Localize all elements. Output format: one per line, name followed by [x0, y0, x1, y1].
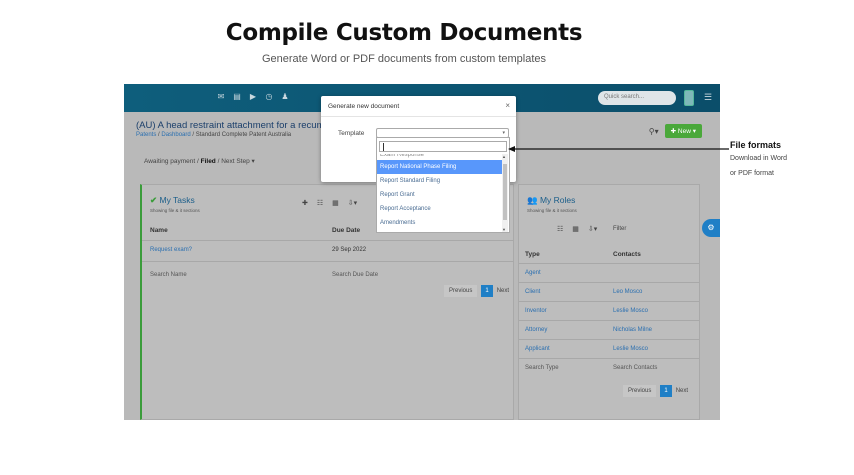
col-type[interactable]: Type: [525, 251, 540, 258]
modal-title: Generate new document: [328, 103, 400, 110]
breadcrumb-current: Standard Complete Patent Australia: [195, 132, 292, 138]
grid-icon[interactable]: ▦: [572, 225, 579, 233]
new-button[interactable]: ✚ New ▾: [664, 124, 702, 138]
search-contacts-input[interactable]: Search Contacts: [613, 365, 657, 371]
app-screenshot: ✉ ▤ ▶ ◷ ♟ Quick search... ☰ (AU) A head …: [124, 84, 720, 420]
next-button[interactable]: Next: [676, 388, 688, 394]
new-button-label: New: [677, 128, 691, 135]
callout-title: File formats: [730, 140, 782, 150]
breadcrumb: Patents / Dashboard / Standard Complete …: [136, 132, 292, 138]
list-icon[interactable]: ☷: [557, 225, 563, 233]
scroll-thumb[interactable]: [503, 164, 507, 220]
scroll-down-icon[interactable]: ▼: [502, 227, 506, 232]
my-roles-panel: 👥 My Roles Showing file & it sections ☷ …: [518, 184, 700, 420]
my-tasks-subtitle: Showing file & it sections: [150, 208, 200, 213]
col-contacts[interactable]: Contacts: [613, 251, 641, 258]
my-roles-subtitle: Showing file & it sections: [527, 208, 577, 213]
status-workflow: Awaiting payment / Filed / Next Step ▾: [144, 158, 255, 165]
card-icon[interactable]: ▤: [232, 92, 242, 102]
role-type[interactable]: Client: [525, 289, 540, 295]
status-next[interactable]: Next Step: [221, 158, 250, 165]
task-due: 29 Sep 2022: [332, 247, 367, 253]
hero-subtitle: Generate Word or PDF documents from cust…: [261, 53, 547, 65]
search-name-input[interactable]: Search Name: [150, 272, 187, 278]
callout-line-2: or PDF format: [730, 170, 774, 177]
my-roles-title: 👥 My Roles: [527, 195, 575, 206]
grid-icon[interactable]: ▦: [332, 199, 339, 207]
search-type-input[interactable]: Search Type: [525, 365, 559, 371]
template-option[interactable]: Report Acceptance: [377, 202, 503, 216]
breadcrumb-dashboard[interactable]: Dashboard: [161, 132, 190, 138]
page-1-button[interactable]: 1: [481, 285, 493, 297]
scroll-up-icon[interactable]: ▲: [502, 154, 506, 159]
role-type[interactable]: Inventor: [525, 308, 547, 314]
template-label: Template: [338, 130, 365, 137]
role-type[interactable]: Applicant: [525, 346, 550, 352]
page-title: (AU) A head restraint attachment for a r…: [136, 120, 336, 131]
hamburger-menu-icon[interactable]: ☰: [704, 92, 712, 103]
export-icon[interactable]: ⇩▾: [348, 199, 357, 207]
export-icon[interactable]: ⇩▾: [588, 225, 597, 233]
status-previous: Awaiting payment: [144, 158, 196, 165]
hero-title: Compile Custom Documents: [225, 20, 583, 46]
role-contact[interactable]: Leo Mosco: [613, 289, 642, 295]
callout-line-1: Download in Word: [730, 155, 788, 162]
envelope-icon[interactable]: ✉: [216, 92, 226, 102]
users-icon: 👥: [527, 195, 538, 205]
chevron-down-icon: ▾: [502, 130, 505, 136]
my-roles-title-text: My Roles: [539, 195, 576, 205]
clock-icon[interactable]: ◷: [264, 92, 274, 102]
check-icon: ✔: [150, 195, 158, 205]
tasks-pager: Previous 1 Next: [444, 285, 509, 297]
callout-arrow-icon: [508, 146, 729, 152]
breadcrumb-patents[interactable]: Patents: [136, 132, 156, 138]
user-icon[interactable]: ♟: [280, 92, 290, 102]
dropdown-scrollbar[interactable]: ▲ ▼: [502, 154, 508, 232]
previous-button[interactable]: Previous: [623, 385, 657, 397]
template-option[interactable]: Amendments: [377, 216, 503, 230]
search-due-date-input[interactable]: Search Due Date: [332, 272, 378, 278]
role-type[interactable]: Agent: [525, 270, 541, 276]
quick-search-input[interactable]: Quick search...: [598, 91, 676, 105]
role-contact[interactable]: Nicholas Milne: [613, 327, 652, 333]
task-name[interactable]: Request exam?: [150, 247, 192, 253]
role-contact[interactable]: Leslie Mosco: [613, 308, 648, 314]
roles-pager: Previous 1 Next: [623, 385, 688, 397]
template-options-list: Exam Response Report National Phase Fili…: [377, 154, 503, 232]
col-due-date[interactable]: Due Date: [332, 227, 360, 234]
my-tasks-title-text: My Tasks: [159, 195, 195, 205]
settings-gear-icon[interactable]: ⚙: [702, 219, 720, 237]
template-dropdown: Exam Response Report National Phase Fili…: [376, 137, 510, 233]
status-current: Filed: [200, 158, 216, 165]
add-icon[interactable]: ✚: [302, 199, 308, 207]
roles-filter-input[interactable]: Filter: [613, 226, 626, 232]
next-button[interactable]: Next: [497, 288, 509, 294]
page-1-button[interactable]: 1: [660, 385, 672, 397]
template-option[interactable]: Report Standard Filing: [377, 174, 503, 188]
play-icon[interactable]: ▶: [248, 92, 258, 102]
tag-icon[interactable]: ⚲▾: [649, 127, 659, 136]
role-contact[interactable]: Leslie Mosco: [613, 346, 648, 352]
app-logo: [684, 90, 694, 106]
dropdown-search-input[interactable]: [379, 141, 507, 152]
previous-button[interactable]: Previous: [444, 285, 478, 297]
template-option[interactable]: Report National Phase Filing: [377, 160, 503, 174]
my-tasks-title: ✔ My Tasks: [150, 195, 195, 206]
col-name[interactable]: Name: [150, 227, 168, 234]
role-type[interactable]: Attorney: [525, 327, 547, 333]
close-icon[interactable]: ×: [505, 101, 510, 110]
template-option[interactable]: Report Grant: [377, 188, 503, 202]
list-icon[interactable]: ☷: [317, 199, 323, 207]
